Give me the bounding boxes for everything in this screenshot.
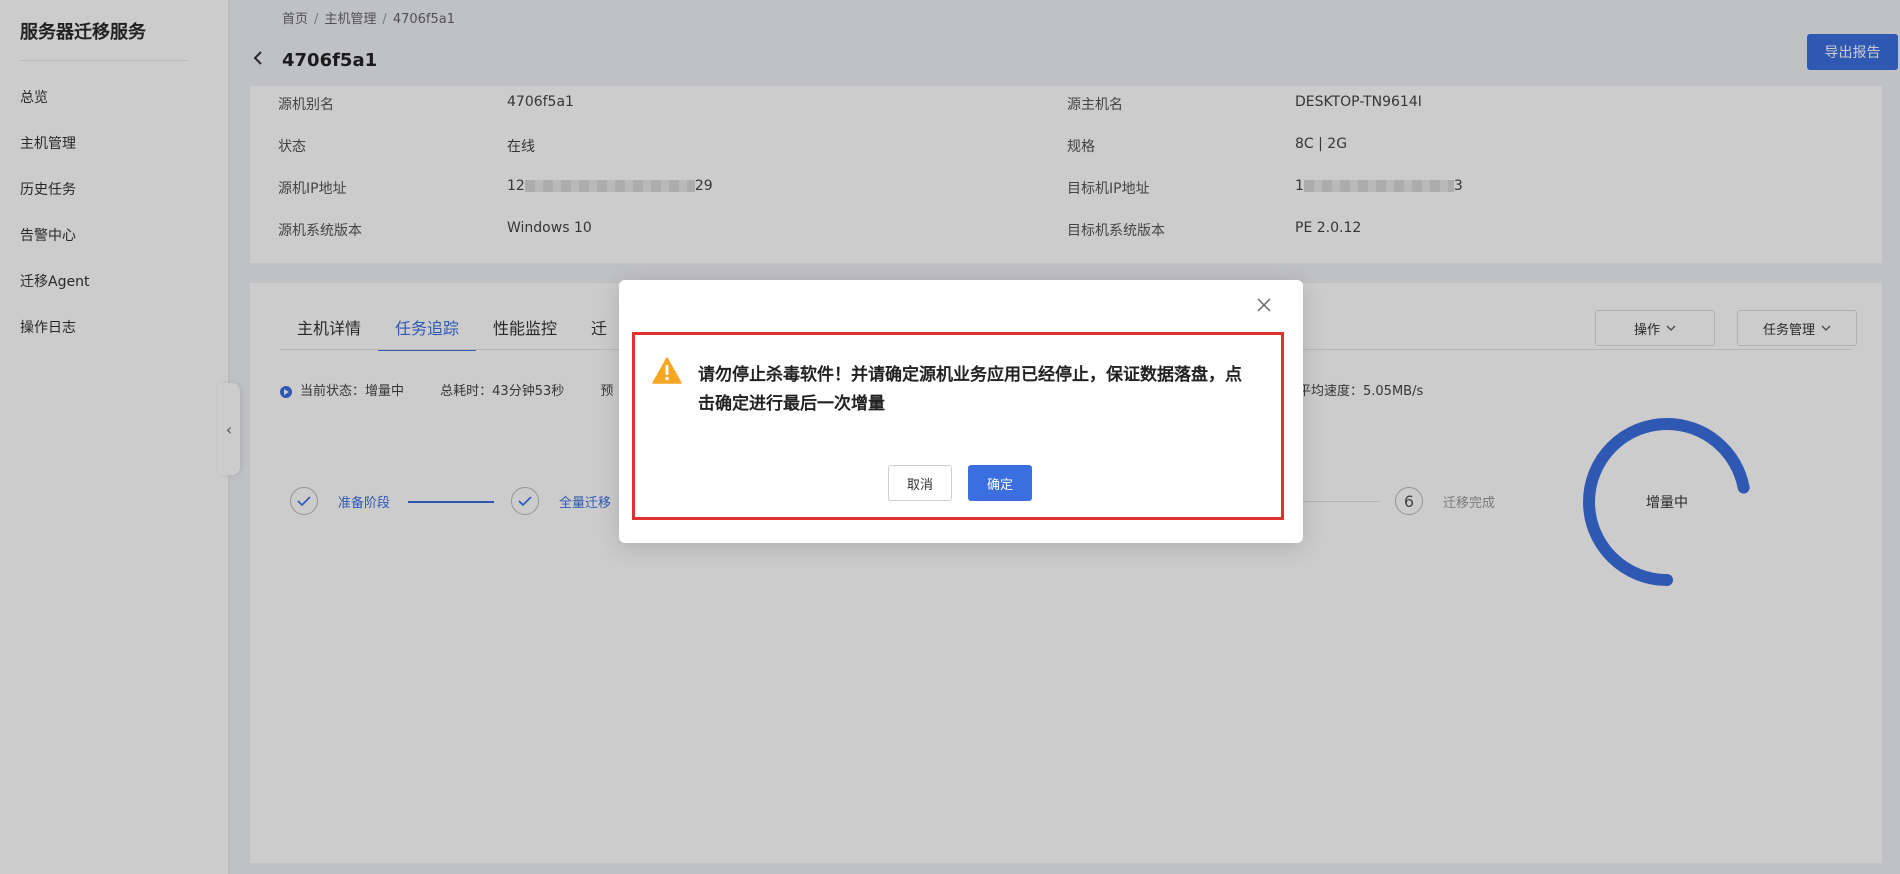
confirm-dialog: 请勿停止杀毒软件！并请确定源机业务应用已经停止，保证数据落盘，点击确定进行最后一… bbox=[619, 280, 1303, 543]
dialog-message: 请勿停止杀毒软件！并请确定源机业务应用已经停止，保证数据落盘，点击确定进行最后一… bbox=[698, 365, 1242, 414]
cancel-button[interactable]: 取消 bbox=[888, 465, 952, 501]
confirm-button[interactable]: 确定 bbox=[968, 465, 1032, 501]
warning-icon bbox=[652, 357, 682, 384]
close-icon[interactable] bbox=[1255, 296, 1273, 314]
